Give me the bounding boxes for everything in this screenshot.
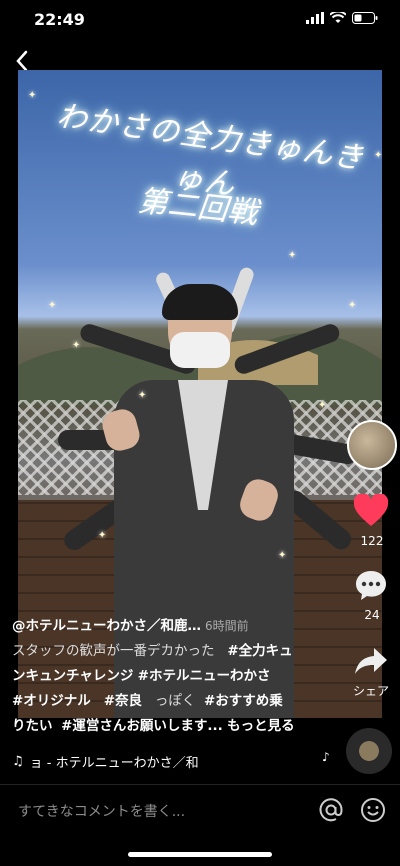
music-disc[interactable] (346, 728, 392, 774)
person-hair (162, 284, 238, 320)
music-row[interactable]: ♫ ョ - ホテルニューわかさ／和 (12, 752, 252, 771)
user-line: @ホテルニューわかさ／和鹿… 6時間前 (12, 614, 342, 639)
hashtag-link[interactable]: #全力キュ (227, 643, 292, 659)
caption-description: スタッフの歓声が一番デカかった (12, 643, 215, 659)
username-link[interactable]: @ホテルニューわかさ／和鹿… (12, 618, 201, 634)
hashtag-link[interactable]: りたい (12, 718, 53, 734)
hashtag-link[interactable]: #奈良 (104, 693, 142, 709)
hashtag-link[interactable]: #オリジナル (12, 693, 91, 709)
mention-at-icon[interactable] (318, 797, 344, 823)
caption-area: @ホテルニューわかさ／和鹿… 6時間前 スタッフの歓声が一番デカかった #全力キュ… (12, 614, 342, 739)
sparkle-icon: ✦ (28, 90, 37, 101)
home-indicator (128, 852, 272, 857)
caption-line-3: #オリジナル #奈良 っぽく #おすすめ乗 (12, 689, 342, 714)
sparkle-icon: ✦ (48, 300, 57, 311)
music-title: ョ - ホテルニューわかさ／和 (29, 756, 199, 771)
emoji-icon[interactable] (360, 797, 386, 823)
sparkle-icon: ✦ (138, 390, 147, 401)
status-bar: 22:49 (0, 0, 400, 40)
caption-line-1: スタッフの歓声が一番デカかった #全力キュ (12, 639, 342, 664)
time-ago: 6時間前 (205, 619, 249, 633)
more-link[interactable]: もっと見る (227, 718, 295, 734)
comment-bar: すてきなコメントを書く... (0, 784, 400, 837)
sparkle-icon: ✦ (288, 250, 297, 261)
share-arrow-icon[interactable] (354, 646, 388, 676)
wifi-icon (330, 12, 346, 23)
like-count: 122 (360, 534, 384, 548)
status-time: 22:49 (34, 10, 85, 29)
hashtag-link[interactable]: #ホテルニューわかさ (138, 668, 271, 684)
sparkle-icon: ✦ (348, 300, 357, 311)
hashtag-link[interactable]: ンキュンチャレンジ (12, 668, 133, 684)
battery-icon (352, 12, 378, 24)
sparkle-icon: ✦ (278, 550, 287, 561)
creator-avatar[interactable] (347, 420, 397, 470)
caption-line-2: ンキュンチャレンジ #ホテルニューわかさ (12, 664, 342, 689)
share-label: シェア (352, 684, 389, 698)
caption-line-4: りたい #運営さんお願いします... もっと見る (12, 714, 342, 739)
sparkle-icon: ✦ (318, 400, 327, 411)
comment-icon[interactable] (354, 568, 388, 602)
sparkle-icon: ✦ (374, 150, 382, 161)
floating-note-icon: ♪ (322, 750, 330, 764)
music-note-icon: ♫ (12, 754, 24, 769)
signal-icon (306, 12, 324, 24)
sparkle-icon: ✦ (72, 340, 81, 351)
comment-count: 24 (364, 608, 380, 622)
caption-text: っぽく (154, 693, 196, 709)
status-icons (306, 12, 378, 24)
face-mask (170, 332, 230, 368)
sparkle-icon: ✦ (98, 530, 107, 541)
like-heart-icon[interactable] (353, 494, 389, 528)
hashtag-link[interactable]: #おすすめ乗 (204, 693, 283, 709)
comment-input[interactable]: すてきなコメントを書く... (18, 801, 185, 821)
hashtag-link[interactable]: #運営さんお願いします... (61, 718, 223, 734)
